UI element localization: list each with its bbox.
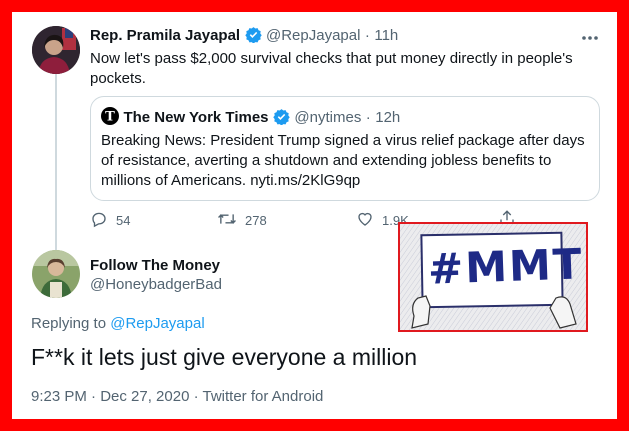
quote-header: T The New York Times @nytimes · 12h [101, 107, 400, 127]
verified-badge-icon [244, 26, 262, 44]
verified-badge-icon [273, 108, 290, 126]
reply-action[interactable]: 54 [90, 210, 130, 231]
tweet2-meta: 9:23 PM · Dec 27, 2020 · Twitter for And… [31, 388, 324, 405]
mmt-sign-text: #MMT [427, 239, 585, 294]
reply-icon [90, 210, 108, 231]
nyt-logo-icon: T [101, 107, 119, 125]
avatar-jayapal[interactable] [32, 26, 80, 74]
thread-line [55, 74, 57, 264]
more-icon[interactable] [580, 30, 600, 40]
retweet-action[interactable]: 278 [217, 210, 267, 231]
avatar-honeybadger[interactable] [32, 250, 80, 298]
tweet2-handle[interactable]: @HoneybadgerBad [90, 276, 222, 293]
tweet1-timestamp[interactable]: 11h [374, 27, 398, 44]
quote-time-separator: · [365, 109, 371, 126]
retweet-count: 278 [245, 213, 267, 228]
quote-text: Breaking News: President Trump signed a … [101, 132, 585, 189]
svg-text:T: T [105, 110, 115, 125]
tweet1-author-name[interactable]: Rep. Pramila Jayapal [90, 27, 240, 44]
quote-author-name: The New York Times [123, 109, 269, 126]
quote-handle: @nytimes [294, 109, 362, 126]
replying-to-link[interactable]: @RepJayapal [110, 315, 204, 332]
tweet1-text: Now let's pass $2,000 survival checks th… [90, 50, 573, 87]
mmt-sign-image: #MMT [398, 222, 588, 332]
tweet1-handle[interactable]: @RepJayapal [266, 27, 360, 44]
tweet1-time-separator: · [364, 27, 370, 44]
quote-tweet-card[interactable]: T The New York Times @nytimes · 12h Brea… [90, 96, 600, 201]
retweet-icon [217, 210, 237, 231]
replying-to-prefix: Replying to [31, 315, 107, 332]
tweet1-header: Rep. Pramila Jayapal @RepJayapal · 11h [90, 26, 398, 45]
tweet2-text: F**k it lets just give everyone a millio… [31, 344, 418, 370]
reply-count: 54 [116, 213, 131, 228]
replying-to-line: Replying to @RepJayapal [31, 315, 205, 332]
tweet-screenshot-frame: Rep. Pramila Jayapal @RepJayapal · 11h N… [12, 12, 617, 419]
tweet2-author-name[interactable]: Follow The Money [90, 257, 220, 274]
heart-icon [356, 210, 374, 231]
quote-timestamp: 12h [375, 109, 401, 126]
